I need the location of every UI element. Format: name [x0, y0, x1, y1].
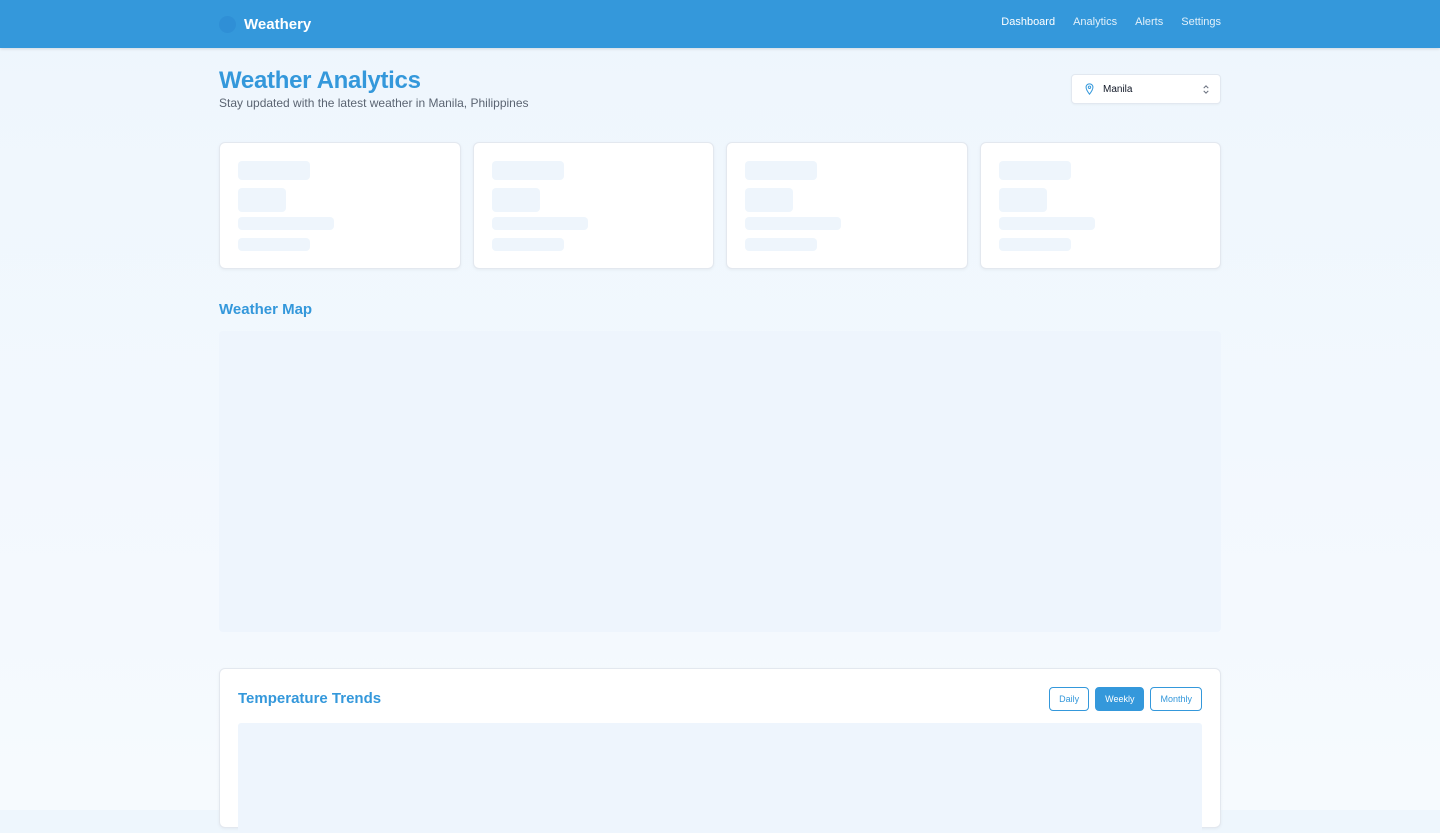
location-select-value: Manila [1103, 83, 1133, 95]
app-name: Weathery [244, 15, 312, 33]
stat-card-skeleton [726, 142, 968, 269]
skeleton-line [998, 188, 1047, 212]
skeleton-line [491, 217, 588, 230]
skeleton-line [998, 161, 1071, 180]
skeleton-line [238, 161, 310, 180]
temperature-trends-panel: Temperature Trends Daily Weekly Monthly [219, 668, 1221, 833]
page-subtitle: Stay updated with the latest weather in … [219, 96, 529, 110]
nav-item-settings[interactable]: Settings [1181, 16, 1221, 28]
chevron-updown-icon [1202, 84, 1210, 95]
stat-cards [219, 142, 1221, 269]
skeleton-line [238, 238, 310, 251]
skeleton-line [745, 217, 841, 230]
weather-map-title: Weather Map [219, 301, 313, 318]
skeleton-line [998, 238, 1071, 251]
stat-card-skeleton [979, 142, 1221, 269]
nav-item-analytics[interactable]: Analytics [1073, 16, 1117, 28]
daily-button[interactable]: Daily [1049, 687, 1090, 711]
stat-card-skeleton [219, 142, 461, 269]
skeleton-line [238, 188, 286, 212]
skeleton-line [745, 188, 793, 212]
monthly-button[interactable]: Monthly [1150, 687, 1202, 711]
temperature-trends-title: Temperature Trends [238, 690, 382, 707]
weather-map[interactable] [219, 331, 1221, 632]
main-nav: Dashboard Analytics Alerts Settings [1001, 16, 1221, 28]
skeleton-line [745, 161, 817, 180]
brand[interactable]: Weathery [219, 14, 311, 34]
nav-item-dashboard[interactable]: Dashboard [1001, 16, 1055, 28]
skeleton-line [238, 217, 334, 230]
page-title: Weather Analytics [219, 67, 421, 94]
skeleton-line [998, 217, 1095, 230]
range-toggle: Daily Weekly Monthly [1049, 687, 1202, 711]
top-navigation-bar: Weathery Dashboard Analytics Alerts Sett… [0, 0, 1440, 48]
nav-item-alerts[interactable]: Alerts [1135, 16, 1163, 28]
skeleton-line [491, 238, 564, 251]
skeleton-line [491, 161, 564, 180]
skeleton-line [491, 188, 540, 212]
globe-icon [219, 15, 236, 33]
temperature-chart-placeholder [238, 723, 1202, 833]
skeleton-line [745, 238, 817, 251]
map-pin-icon [1084, 83, 1095, 95]
weekly-button[interactable]: Weekly [1095, 687, 1145, 711]
stat-card-skeleton [472, 142, 714, 269]
location-select[interactable]: Manila [1071, 74, 1221, 104]
